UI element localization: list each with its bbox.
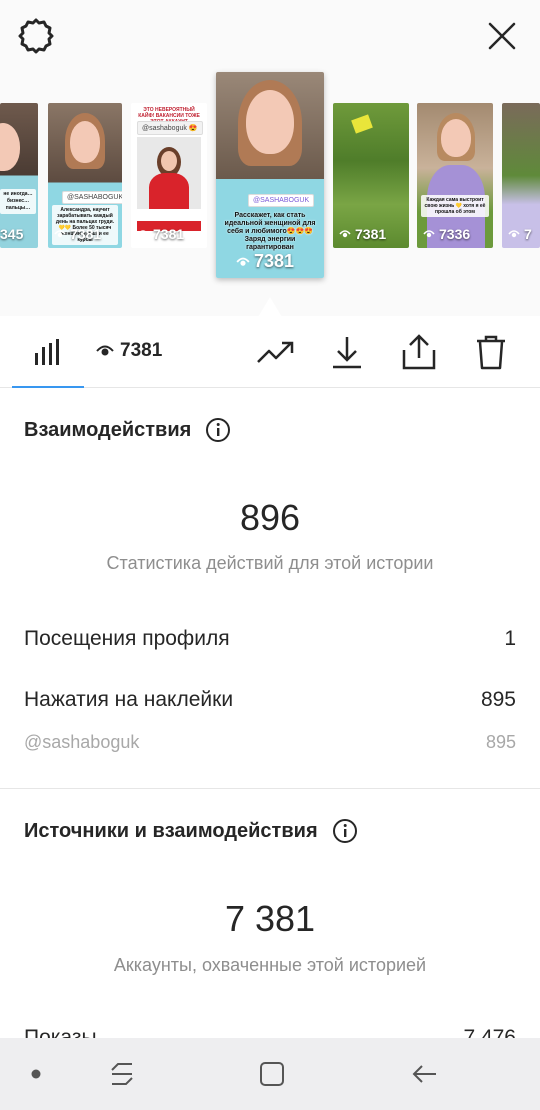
promote-button[interactable] [256,332,296,372]
stat-row-sticker-taps: Нажатия на наклейки 895 [24,688,516,711]
eye-icon [423,230,435,238]
story-caption: Каждая сама выстроит свою жизнь 💛 хотя я… [421,195,489,217]
story-views: 7381 [137,226,184,242]
story-caption: Расскажет, как стать идеальной женщиной … [224,212,316,251]
share-icon [402,334,436,370]
story-thumbnail[interactable]: 7381 [333,103,409,248]
story-views: 7 [508,226,532,242]
eye-icon [508,230,520,238]
system-nav-bar [0,1038,540,1110]
mention-sticker: @SASHABOGUK [62,191,122,204]
mention-sticker: @sashaboguk 😍 [137,121,203,135]
section-divider [0,788,540,789]
home-button[interactable] [248,1050,296,1098]
tab-insights[interactable] [12,316,84,388]
eye-icon [96,345,114,356]
info-icon[interactable] [332,818,358,844]
settings-button[interactable] [16,16,56,56]
share-button[interactable] [399,332,439,372]
story-views: 345 [0,226,24,242]
gear-icon [18,18,54,54]
eye-icon [137,230,149,238]
story-views: 7381 [236,251,294,272]
trash-icon [477,335,505,370]
story-thumbnail[interactable]: Каждая сама выстроит свою жизнь 💛 хотя я… [417,103,493,248]
mention-sticker: @SASHABOGUK [248,194,315,207]
story-thumbnail-selected[interactable]: @SASHABOGUK Расскажет, как стать идеальн… [216,72,324,278]
story-thumbnail[interactable]: @SASHABOGUK Александра, научит зарабатыв… [48,103,122,248]
delete-button[interactable] [471,332,511,372]
total-views: 7381 [96,340,162,362]
download-icon [333,337,361,369]
recent-apps-button[interactable] [98,1050,146,1098]
eye-icon [54,230,66,238]
accounts-reached-total: 7 381 [224,898,316,939]
download-button[interactable] [327,332,367,372]
story-strip: не иногда… бизнес… пальцы… 345 @SASHABOG… [0,0,540,317]
story-toolbar: 7381 [0,316,540,388]
nav-dot-button[interactable] [12,1050,60,1098]
discovery-heading: Источники и взаимодействия [24,818,358,844]
close-icon [488,22,516,50]
dot-icon [31,1069,41,1079]
stat-row-profile-visits: Посещения профиля 1 [24,627,516,650]
eye-icon [339,230,351,238]
trending-up-icon [257,341,294,363]
info-icon[interactable] [205,417,231,443]
stat-row-mention: @sashaboguk 895 [24,732,516,752]
selection-pointer [258,297,282,317]
back-button[interactable] [400,1050,448,1098]
back-arrow-icon [412,1065,436,1083]
close-button[interactable] [482,16,522,56]
interactions-heading: Взаимодействия [24,417,231,443]
bar-chart-icon [35,339,59,365]
eye-icon [236,257,250,266]
story-thumbnail[interactable]: ЭТО НЕВЕРОЯТНЫЙ КАЙФ! ВАКАНСИИ ТОЖЕ ЭТОТ… [131,103,207,248]
active-tab-indicator [12,386,84,388]
story-views: 7336 [423,226,470,242]
interactions-subtitle: Статистика действий для этой истории [106,553,434,573]
recent-apps-icon [111,1063,133,1085]
home-square-icon [260,1062,284,1086]
story-views: 7381 [54,226,101,242]
story-views: 7381 [339,226,386,242]
story-thumbnail[interactable]: не иногда… бизнес… пальцы… 345 [0,103,38,248]
story-thumbnail[interactable]: 7 [502,103,540,248]
interactions-total: 896 [239,497,301,538]
accounts-reached-subtitle: Аккаунты, охваченные этой историей [113,955,427,975]
